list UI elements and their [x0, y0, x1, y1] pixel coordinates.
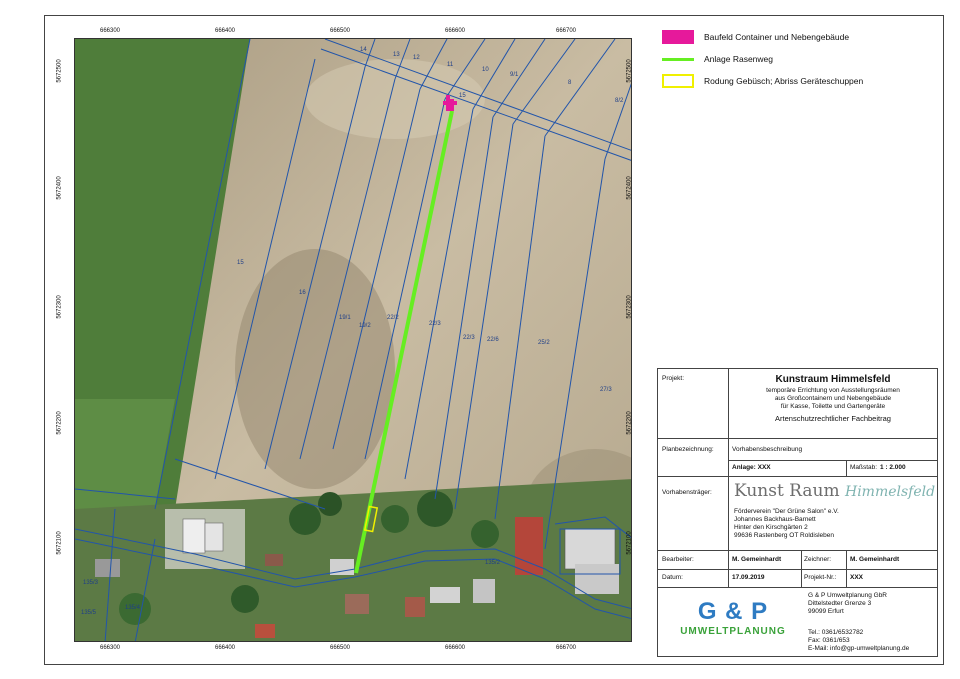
parcel-label: 19/1	[339, 315, 351, 321]
firm-line: G & P Umweltplanung GbR	[808, 592, 887, 599]
y-coordinate-tick: 5672400	[56, 176, 63, 200]
x-coordinate-tick: 666700	[556, 645, 577, 651]
parcel-label: 16	[299, 290, 306, 296]
massstab-value: 1 : 2.000	[880, 464, 906, 471]
y-coordinate-tick: 5672100	[626, 531, 633, 555]
parcel-label: 22/3	[463, 335, 475, 341]
parcel-label: 13	[393, 52, 400, 58]
anlage-value: Anlage: XXX	[732, 464, 771, 471]
firm-tel: Tel.: 0361/6532782	[808, 629, 864, 636]
x-coordinate-tick: 666500	[330, 28, 351, 34]
aerial-map: 14 13 12 11 10 9/1 8 8/2 15 15 16 19/1 1…	[75, 39, 631, 641]
parcel-label: 10	[482, 67, 489, 73]
traeger-line: Hinter den Kirschgärten 2	[734, 524, 808, 531]
projekt-row: Projekt: Kunstraum Himmelsfeld temporäre…	[658, 369, 937, 439]
building	[182, 518, 206, 554]
traeger-label: Vorhabensträger:	[662, 489, 712, 496]
x-coordinate-tick: 666600	[445, 645, 466, 651]
y-coordinate-tick: 5672300	[56, 295, 63, 319]
x-coordinate-tick: 666300	[100, 645, 121, 651]
datum-label: Datum:	[662, 574, 683, 581]
legend-label: Baufeld Container und Nebengebäude	[704, 32, 850, 42]
plan-label: Planbezeichnung:	[662, 446, 714, 453]
bearbeiter-row: Bearbeiter: M. Gemeinhardt Zeichner: M. …	[658, 551, 937, 570]
parcel-label: 15	[237, 260, 244, 266]
legend-label: Rodung Gebüsch; Abriss Geräteschuppen	[704, 76, 864, 86]
parcel-label: 8/2	[615, 98, 624, 104]
firm-email: E-Mail: info@gp-umweltplanung.de	[808, 645, 910, 652]
title-block: Projekt: Kunstraum Himmelsfeld temporäre…	[657, 368, 938, 657]
x-coordinate-tick: 666400	[215, 645, 236, 651]
gp-logo: G & P UMWELTPLANUNG	[680, 598, 786, 637]
parcel-label: 22/3	[429, 321, 441, 327]
firm-row: G & P UMWELTPLANUNG G & P Umweltplanung …	[658, 588, 937, 658]
project-desc: für Kasse, Toilette und Gartengeräte	[780, 403, 886, 410]
firm-fax: Fax: 0361/653	[808, 637, 850, 644]
legend-label: Anlage Rasenweg	[704, 54, 773, 64]
yellow-outline-icon	[662, 74, 694, 88]
parcel-label: 19/2	[359, 323, 371, 329]
y-coordinate-tick: 5672300	[626, 295, 633, 319]
y-coordinate-tick: 5672200	[56, 411, 63, 435]
traeger-row: Vorhabensträger: Kunst Raum Himmelsfeld …	[658, 477, 937, 551]
parcel-label: 22/2	[387, 315, 399, 321]
plan-row: Planbezeichnung: Vorhabensbeschreibung A…	[658, 439, 937, 477]
map-legend: Baufeld Container und Nebengebäude Anlag…	[662, 26, 932, 92]
x-coordinate-tick: 666500	[330, 645, 351, 651]
plan-value: Vorhabensbeschreibung	[732, 446, 803, 453]
x-coordinate-tick: 666300	[100, 28, 121, 34]
green-line-icon	[662, 57, 694, 61]
parcel-label: 135/2	[485, 560, 501, 566]
traeger-line: 99636 Rastenberg OT Roldisleben	[734, 532, 834, 539]
kunstraum-logo: Kunst Raum Himmelsfeld	[734, 481, 936, 501]
parcel-label: 27/3	[600, 387, 612, 393]
y-coordinate-tick: 5672200	[626, 411, 633, 435]
parcel-label: 25/2	[538, 340, 550, 346]
y-coordinate-tick: 5672500	[626, 59, 633, 83]
project-subtitle: Artenschutzrechtlicher Fachbeitrag	[775, 414, 891, 423]
x-coordinate-tick: 666700	[556, 28, 577, 34]
projektnr-label: Projekt-Nr.:	[804, 574, 837, 581]
zeichner-value: M. Gemeinhardt	[850, 556, 900, 563]
parcel-label: 135/4	[125, 605, 141, 611]
bearbeiter-label: Bearbeiter:	[662, 556, 694, 563]
projektnr-value: XXX	[850, 574, 864, 581]
parcel-label: 135/5	[81, 610, 97, 616]
project-desc: temporäre Errichtung von Ausstellungsräu…	[766, 387, 900, 394]
parcel-label: 135/3	[83, 580, 99, 586]
y-coordinate-tick: 5672500	[56, 59, 63, 83]
traeger-line: Förderverein "Der Grüne Salon" e.V.	[734, 508, 839, 515]
x-coordinate-tick: 666400	[215, 28, 236, 34]
y-coordinate-tick: 5672400	[626, 176, 633, 200]
firm-line: Dittelstedter Grenze 3	[808, 600, 872, 607]
zeichner-label: Zeichner:	[804, 556, 832, 563]
traeger-line: Johannes Backhaus-Barnett	[734, 516, 816, 523]
firm-line: 99099 Erfurt	[808, 608, 844, 615]
parcel-label: 9/1	[510, 72, 519, 78]
datum-value: 17.09.2019	[732, 574, 765, 581]
y-coordinate-tick: 5672100	[56, 531, 63, 555]
projekt-label: Projekt:	[662, 375, 685, 382]
parcel-label: 15	[459, 93, 466, 99]
legend-item-baufeld: Baufeld Container und Nebengebäude	[662, 26, 932, 48]
project-title: Kunstraum Himmelsfeld	[775, 374, 891, 385]
parcel-label: 11	[447, 62, 454, 68]
bearbeiter-value: M. Gemeinhardt	[732, 556, 782, 563]
legend-item-rasenweg: Anlage Rasenweg	[662, 48, 932, 70]
parcel-label: 22/6	[487, 337, 499, 343]
x-coordinate-tick: 666600	[445, 28, 466, 34]
magenta-rectangle-icon	[662, 30, 694, 44]
datum-row: Datum: 17.09.2019 Projekt-Nr.: XXX	[658, 570, 937, 588]
map-view[interactable]: 14 13 12 11 10 9/1 8 8/2 15 15 16 19/1 1…	[74, 38, 632, 642]
massstab-label: Maßstab:	[850, 464, 878, 471]
legend-item-rodung: Rodung Gebüsch; Abriss Geräteschuppen	[662, 70, 932, 92]
project-desc: aus Großcontainern und Nebengebäude	[774, 395, 892, 402]
parcel-label: 12	[413, 55, 420, 61]
parcel-label: 14	[360, 47, 367, 53]
